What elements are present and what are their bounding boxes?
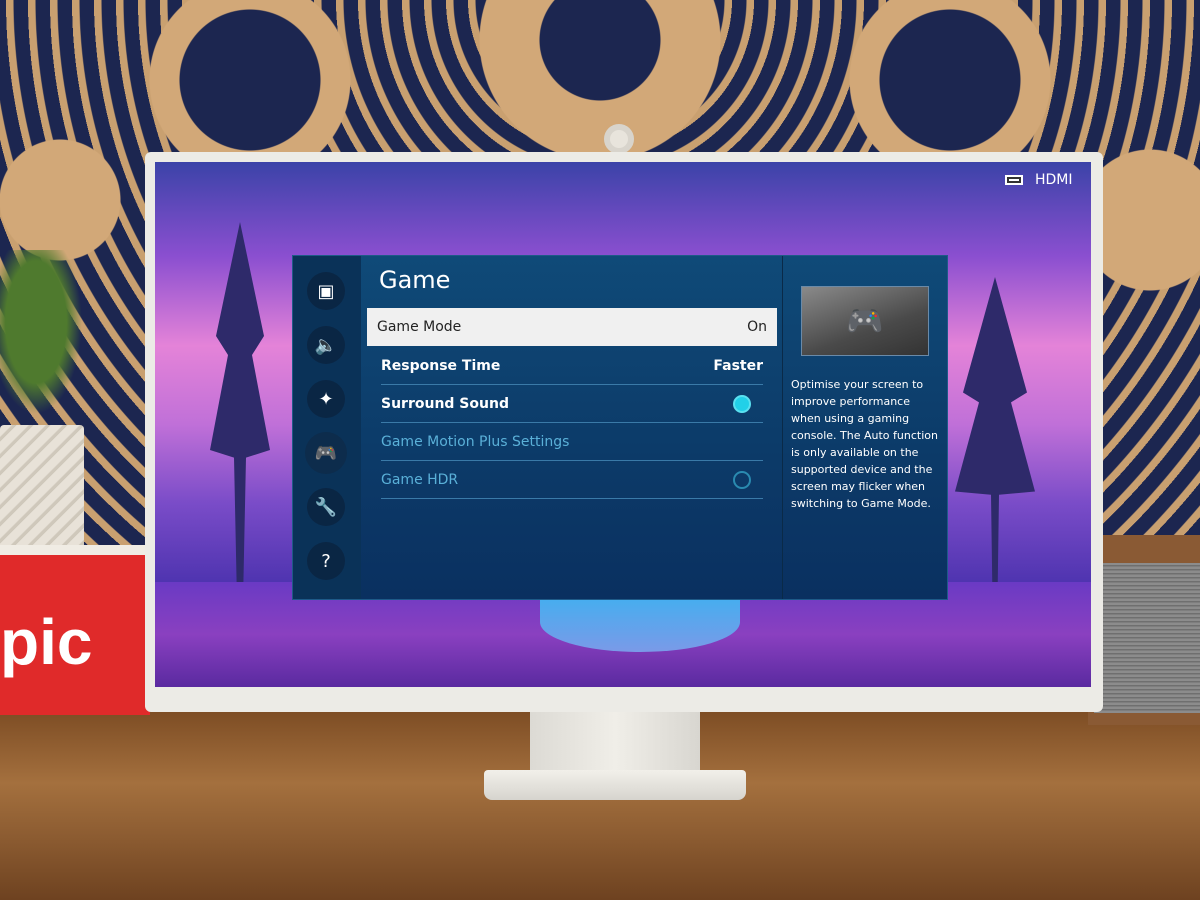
item-value: On [747,319,767,335]
plant [0,250,90,430]
plant-pot [0,425,84,560]
item-label: Game HDR [381,471,459,488]
item-value: Faster [713,357,763,374]
settings-sidebar: ▣ 🔈 ✦ 🎮 🔧 ? [293,256,361,599]
preview-image: 🎮 [801,286,929,356]
menu-item-surround-sound[interactable]: Surround Sound [381,385,763,423]
monitor-stand-base [484,770,746,800]
menu-item-game-mode[interactable]: Game Mode On [367,308,777,346]
divider [782,256,783,599]
menu-item-game-hdr: Game HDR [381,461,763,499]
item-label: Game Mode [377,319,462,335]
wrench-icon[interactable]: 🔧 [307,488,345,526]
source-label: HDMI [1035,172,1073,188]
support-icon[interactable]: ? [307,542,345,580]
tree-silhouette [210,222,270,602]
hdmi-icon [1005,175,1023,185]
help-description: Optimise your screen to improve performa… [791,378,938,510]
lake [540,592,740,652]
item-label: Response Time [381,357,501,374]
red-box: pic [0,545,150,715]
speaker-grill [1094,563,1200,713]
item-label: Game Motion Plus Settings [381,433,570,450]
sound-icon[interactable]: 🔈 [307,326,345,364]
webcam [604,124,634,154]
picture-icon[interactable]: ▣ [307,272,345,310]
item-label: Surround Sound [381,395,509,412]
monitor-stand-neck [530,712,700,774]
menu-item-response-time[interactable]: Response Time Faster [381,347,763,385]
gamepad-icon[interactable]: 🎮 [305,432,347,474]
menu-item-game-motion-plus: Game Motion Plus Settings [381,423,763,461]
box-lettering: pic [0,606,93,678]
speaker [1088,535,1200,725]
connection-icon[interactable]: ✦ [307,380,345,418]
game-settings-menu: ▣ 🔈 ✦ 🎮 🔧 ? Game Game Mode On Response T… [292,255,948,600]
source-indicator: HDMI [1005,172,1073,188]
gamepad-icon: 🎮 [846,303,884,339]
page-title: Game [379,266,451,294]
toggle-on[interactable] [733,394,751,413]
tree-silhouette [955,277,1035,607]
toggle-off [733,470,751,489]
